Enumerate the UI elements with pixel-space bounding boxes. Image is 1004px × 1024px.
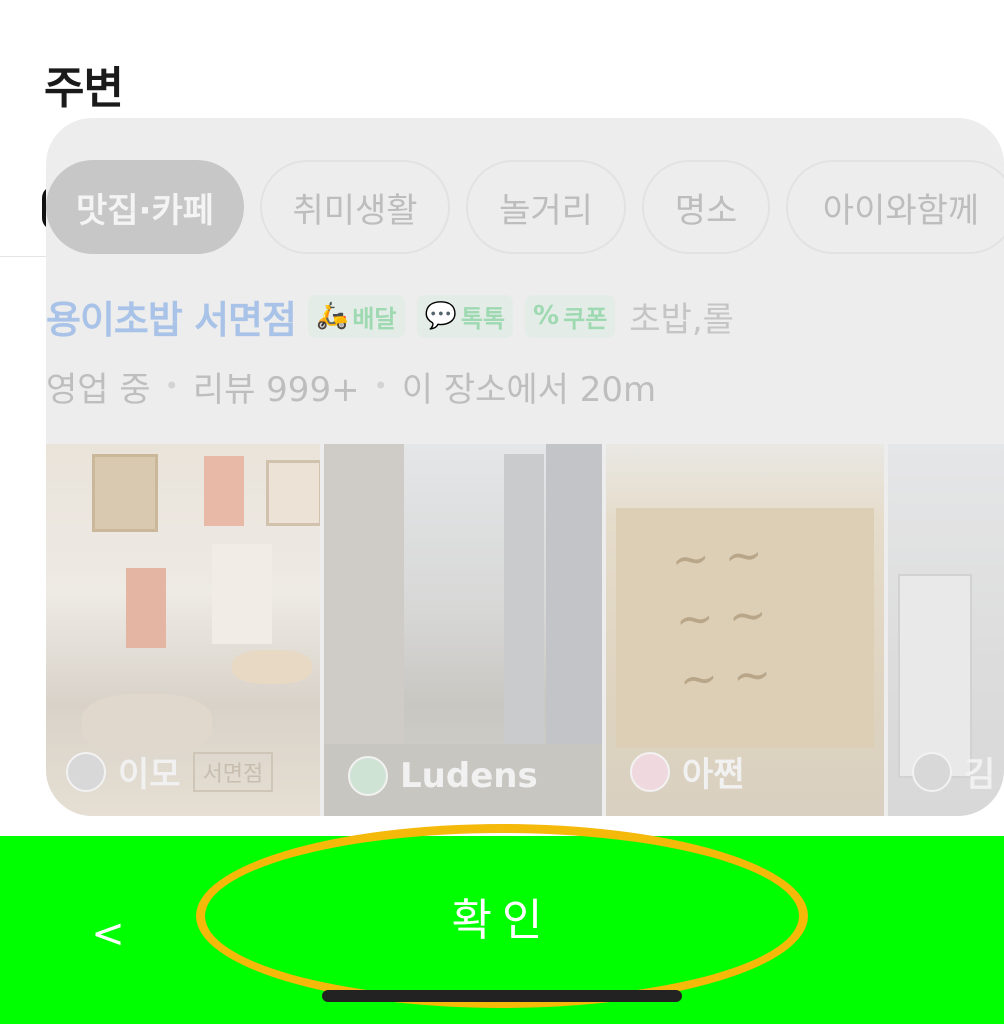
talk-badge: 💬 톡톡 (416, 294, 514, 338)
avatar (66, 751, 106, 792)
delivery-label: 배달 (352, 304, 397, 333)
nearby-place-card[interactable]: 맛집·카페 취미생활 놀거리 명소 아이와함께 용이초밥 서면점 🛵 배달 💬 … (46, 118, 1004, 816)
handwriting-art: ~ ~ ~ ~ ~ ~ (669, 526, 774, 707)
menu-board (212, 544, 272, 644)
place-photo[interactable]: Ludens (324, 444, 602, 816)
place-photo[interactable]: 김 (888, 444, 1004, 816)
review-count[interactable]: 리뷰 999+ (193, 362, 360, 411)
chat-bubble-icon: 💬 (424, 301, 457, 331)
photo-uploader: 아쩐 (630, 747, 745, 796)
coupon-badge: % 쿠폰 (525, 294, 616, 338)
poster-red (126, 568, 166, 648)
photo-strip[interactable]: 이모 서면점 Ludens ~ ~ ~ ~ ~ ~ 아쩐 김 (46, 444, 1004, 816)
place-name[interactable]: 용이초밥 서면점 (46, 289, 297, 344)
divider (0, 256, 46, 257)
poster-red (204, 456, 244, 526)
place-category: 초밥,롤 (629, 299, 734, 340)
place-photo[interactable]: ~ ~ ~ ~ ~ ~ 아쩐 (606, 444, 884, 816)
confirm-button[interactable]: 확인 (196, 824, 808, 1008)
avatar (912, 751, 952, 792)
distance-text: 이 장소에서 20m (401, 369, 657, 410)
avatar (630, 751, 670, 792)
uploader-name: 김 (964, 755, 996, 795)
category-chip-bar: 맛집·카페 취미생활 놀거리 명소 아이와함께 (46, 160, 1004, 256)
poster-frame (92, 454, 158, 532)
poster-frame (266, 460, 320, 526)
talk-label: 톡톡 (460, 304, 506, 333)
sign-caption: 서면점 (192, 751, 274, 792)
tower (504, 454, 544, 754)
photo-uploader: Ludens (348, 756, 538, 796)
business-status: 영업 중 (46, 369, 151, 410)
place-title-row: 용이초밥 서면점 🛵 배달 💬 톡톡 % 쿠폰 초밥,롤 (46, 288, 734, 344)
sushi-plate (82, 694, 212, 754)
place-meta-row: 영업 중 • 리뷰 999+ • 이 장소에서 20m (46, 362, 656, 410)
chip-hobby[interactable]: 취미생활 (260, 160, 450, 254)
coupon-label: 쿠폰 (563, 304, 608, 333)
section-title: 주변 (44, 63, 124, 114)
separator-dot: • (164, 372, 179, 400)
uploader-name: Ludens (400, 756, 538, 796)
delivery-badge: 🛵 배달 (307, 294, 405, 338)
chip-sights[interactable]: 명소 (642, 160, 770, 254)
chip-play[interactable]: 놀거리 (466, 160, 626, 254)
home-indicator (322, 990, 682, 1002)
place-photo[interactable]: 이모 서면점 (46, 444, 320, 816)
uploader-name: 아쩐 (682, 755, 745, 795)
chip-food-cafe[interactable]: 맛집·카페 (46, 160, 244, 254)
chip-with-kids[interactable]: 아이와함께 (786, 160, 1004, 254)
separator-dot: • (373, 372, 388, 400)
photo-uploader: 김 (912, 747, 995, 796)
scooter-icon: 🛵 (315, 301, 349, 331)
uploader-name: 이모 (118, 755, 181, 795)
photo-uploader: 이모 서면점 (66, 747, 274, 796)
avatar (348, 756, 388, 796)
coupon-icon: % (533, 301, 560, 331)
sushi-plate (232, 650, 312, 684)
back-button[interactable]: < (86, 904, 130, 964)
